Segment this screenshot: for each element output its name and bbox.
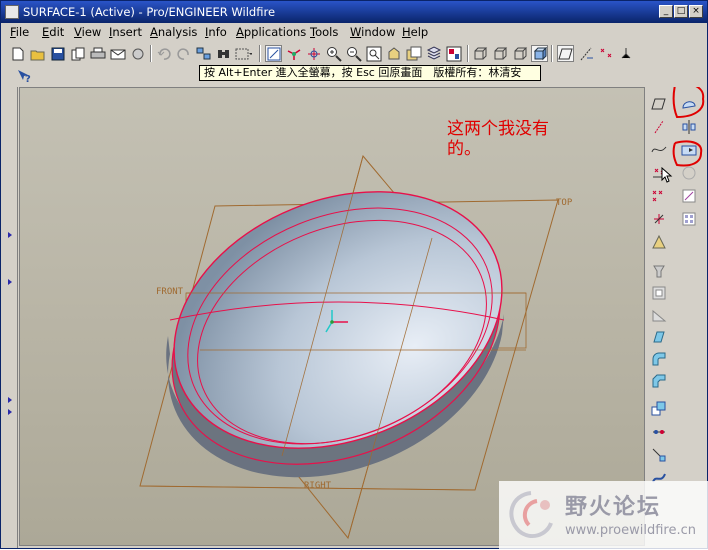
datum-point-display-icon[interactable] [597, 45, 614, 62]
refit-icon[interactable] [365, 45, 382, 62]
menu-bar: File Edit View Insert Analysis Info Appl… [1, 23, 707, 42]
watermark-url: www.proewildfire.cn [565, 523, 696, 538]
menu-applications[interactable]: Applications [236, 23, 306, 42]
shading-icon[interactable] [531, 45, 548, 62]
menu-insert[interactable]: Insert [109, 23, 142, 42]
orient-axis-icon[interactable] [285, 45, 302, 62]
navigator-strip[interactable] [1, 87, 18, 548]
red-annotation: 这两个我没有 的。 [447, 119, 549, 159]
disk-model[interactable] [133, 99, 558, 511]
hidden-line-icon[interactable] [491, 45, 508, 62]
redo-icon[interactable] [175, 45, 192, 62]
open-folder-icon[interactable] [29, 45, 46, 62]
secondary-toolbar: ? [5, 65, 195, 85]
proe-window: SURFACE-1 (Active) - Pro/ENGINEER Wildfi… [0, 0, 708, 550]
feature-toolbar [647, 87, 707, 548]
spin-center-icon[interactable] [305, 45, 322, 62]
expand-arrow-icon[interactable] [8, 232, 12, 238]
window-title: SURFACE-1 (Active) - Pro/ENGINEER Wildfi… [23, 5, 276, 19]
copy-icon[interactable] [69, 45, 86, 62]
find-icon[interactable] [215, 45, 232, 62]
zoom-in-icon[interactable] [325, 45, 342, 62]
minimize-button[interactable]: _ [659, 5, 673, 18]
close-button[interactable]: × [689, 5, 703, 18]
menu-info[interactable]: Info [205, 23, 227, 42]
app-icon [5, 5, 19, 19]
annotation-line-2: 的。 [447, 139, 481, 159]
selection-box-icon[interactable] [235, 45, 252, 62]
menu-help[interactable]: Help [402, 23, 428, 42]
highlight-markers [672, 87, 705, 167]
undo-icon[interactable] [155, 45, 172, 62]
reorient-icon[interactable] [385, 45, 402, 62]
mail-icon[interactable] [109, 45, 126, 62]
save-icon[interactable] [49, 45, 66, 62]
expand-arrow-icon[interactable] [8, 397, 12, 403]
datum-axis-display-icon[interactable] [577, 45, 594, 62]
watermark-name: 野火论坛 [565, 495, 662, 520]
coord-sys-display-icon[interactable] [617, 45, 634, 62]
layers-icon[interactable] [425, 45, 442, 62]
expand-arrow-icon[interactable] [8, 279, 12, 285]
datum-label-right: RIGHT [304, 481, 332, 491]
print-icon[interactable] [89, 45, 106, 62]
datum-plane-display-icon[interactable] [557, 45, 574, 62]
menu-file[interactable]: File [10, 23, 29, 42]
regenerate-icon[interactable] [195, 45, 212, 62]
annotation-line-1: 这两个我没有 [447, 119, 549, 139]
new-file-icon[interactable] [9, 45, 26, 62]
repaint-icon[interactable] [265, 45, 282, 62]
saved-views-icon[interactable] [405, 45, 422, 62]
forum-watermark: 野火论坛 www.proewildfire.cn [499, 481, 708, 550]
menu-window[interactable]: Window [350, 23, 395, 42]
wireframe-icon[interactable] [471, 45, 488, 62]
view-manager-icon[interactable] [445, 45, 462, 62]
maximize-button[interactable]: □ [674, 5, 688, 18]
fullscreen-tooltip: 按 Alt+Enter 進入全螢幕，按 Esc 回原畫面 版權所有：林清安 [199, 65, 541, 81]
menu-edit[interactable]: Edit [42, 23, 64, 42]
menu-analysis[interactable]: Analysis [150, 23, 197, 42]
svg-text:?: ? [25, 74, 31, 84]
datum-label-front: FRONT [156, 287, 184, 297]
main-toolbar [5, 43, 703, 65]
context-help-icon[interactable]: ? [15, 67, 32, 84]
menu-view[interactable]: View [74, 23, 101, 42]
datum-label-top: TOP [556, 198, 573, 208]
model-canvas: TOP FRONT RIGHT [133, 99, 573, 540]
zoom-out-icon[interactable] [345, 45, 362, 62]
mouse-cursor-icon [661, 167, 673, 183]
no-hidden-icon[interactable] [511, 45, 528, 62]
expand-arrow-icon[interactable] [8, 409, 12, 415]
graphics-window[interactable]: TOP FRONT RIGHT [19, 87, 645, 546]
menu-tools[interactable]: Tools [310, 23, 338, 42]
spool-icon[interactable] [129, 45, 146, 62]
watermark-logo-icon [509, 491, 553, 539]
title-bar[interactable]: SURFACE-1 (Active) - Pro/ENGINEER Wildfi… [1, 1, 707, 23]
